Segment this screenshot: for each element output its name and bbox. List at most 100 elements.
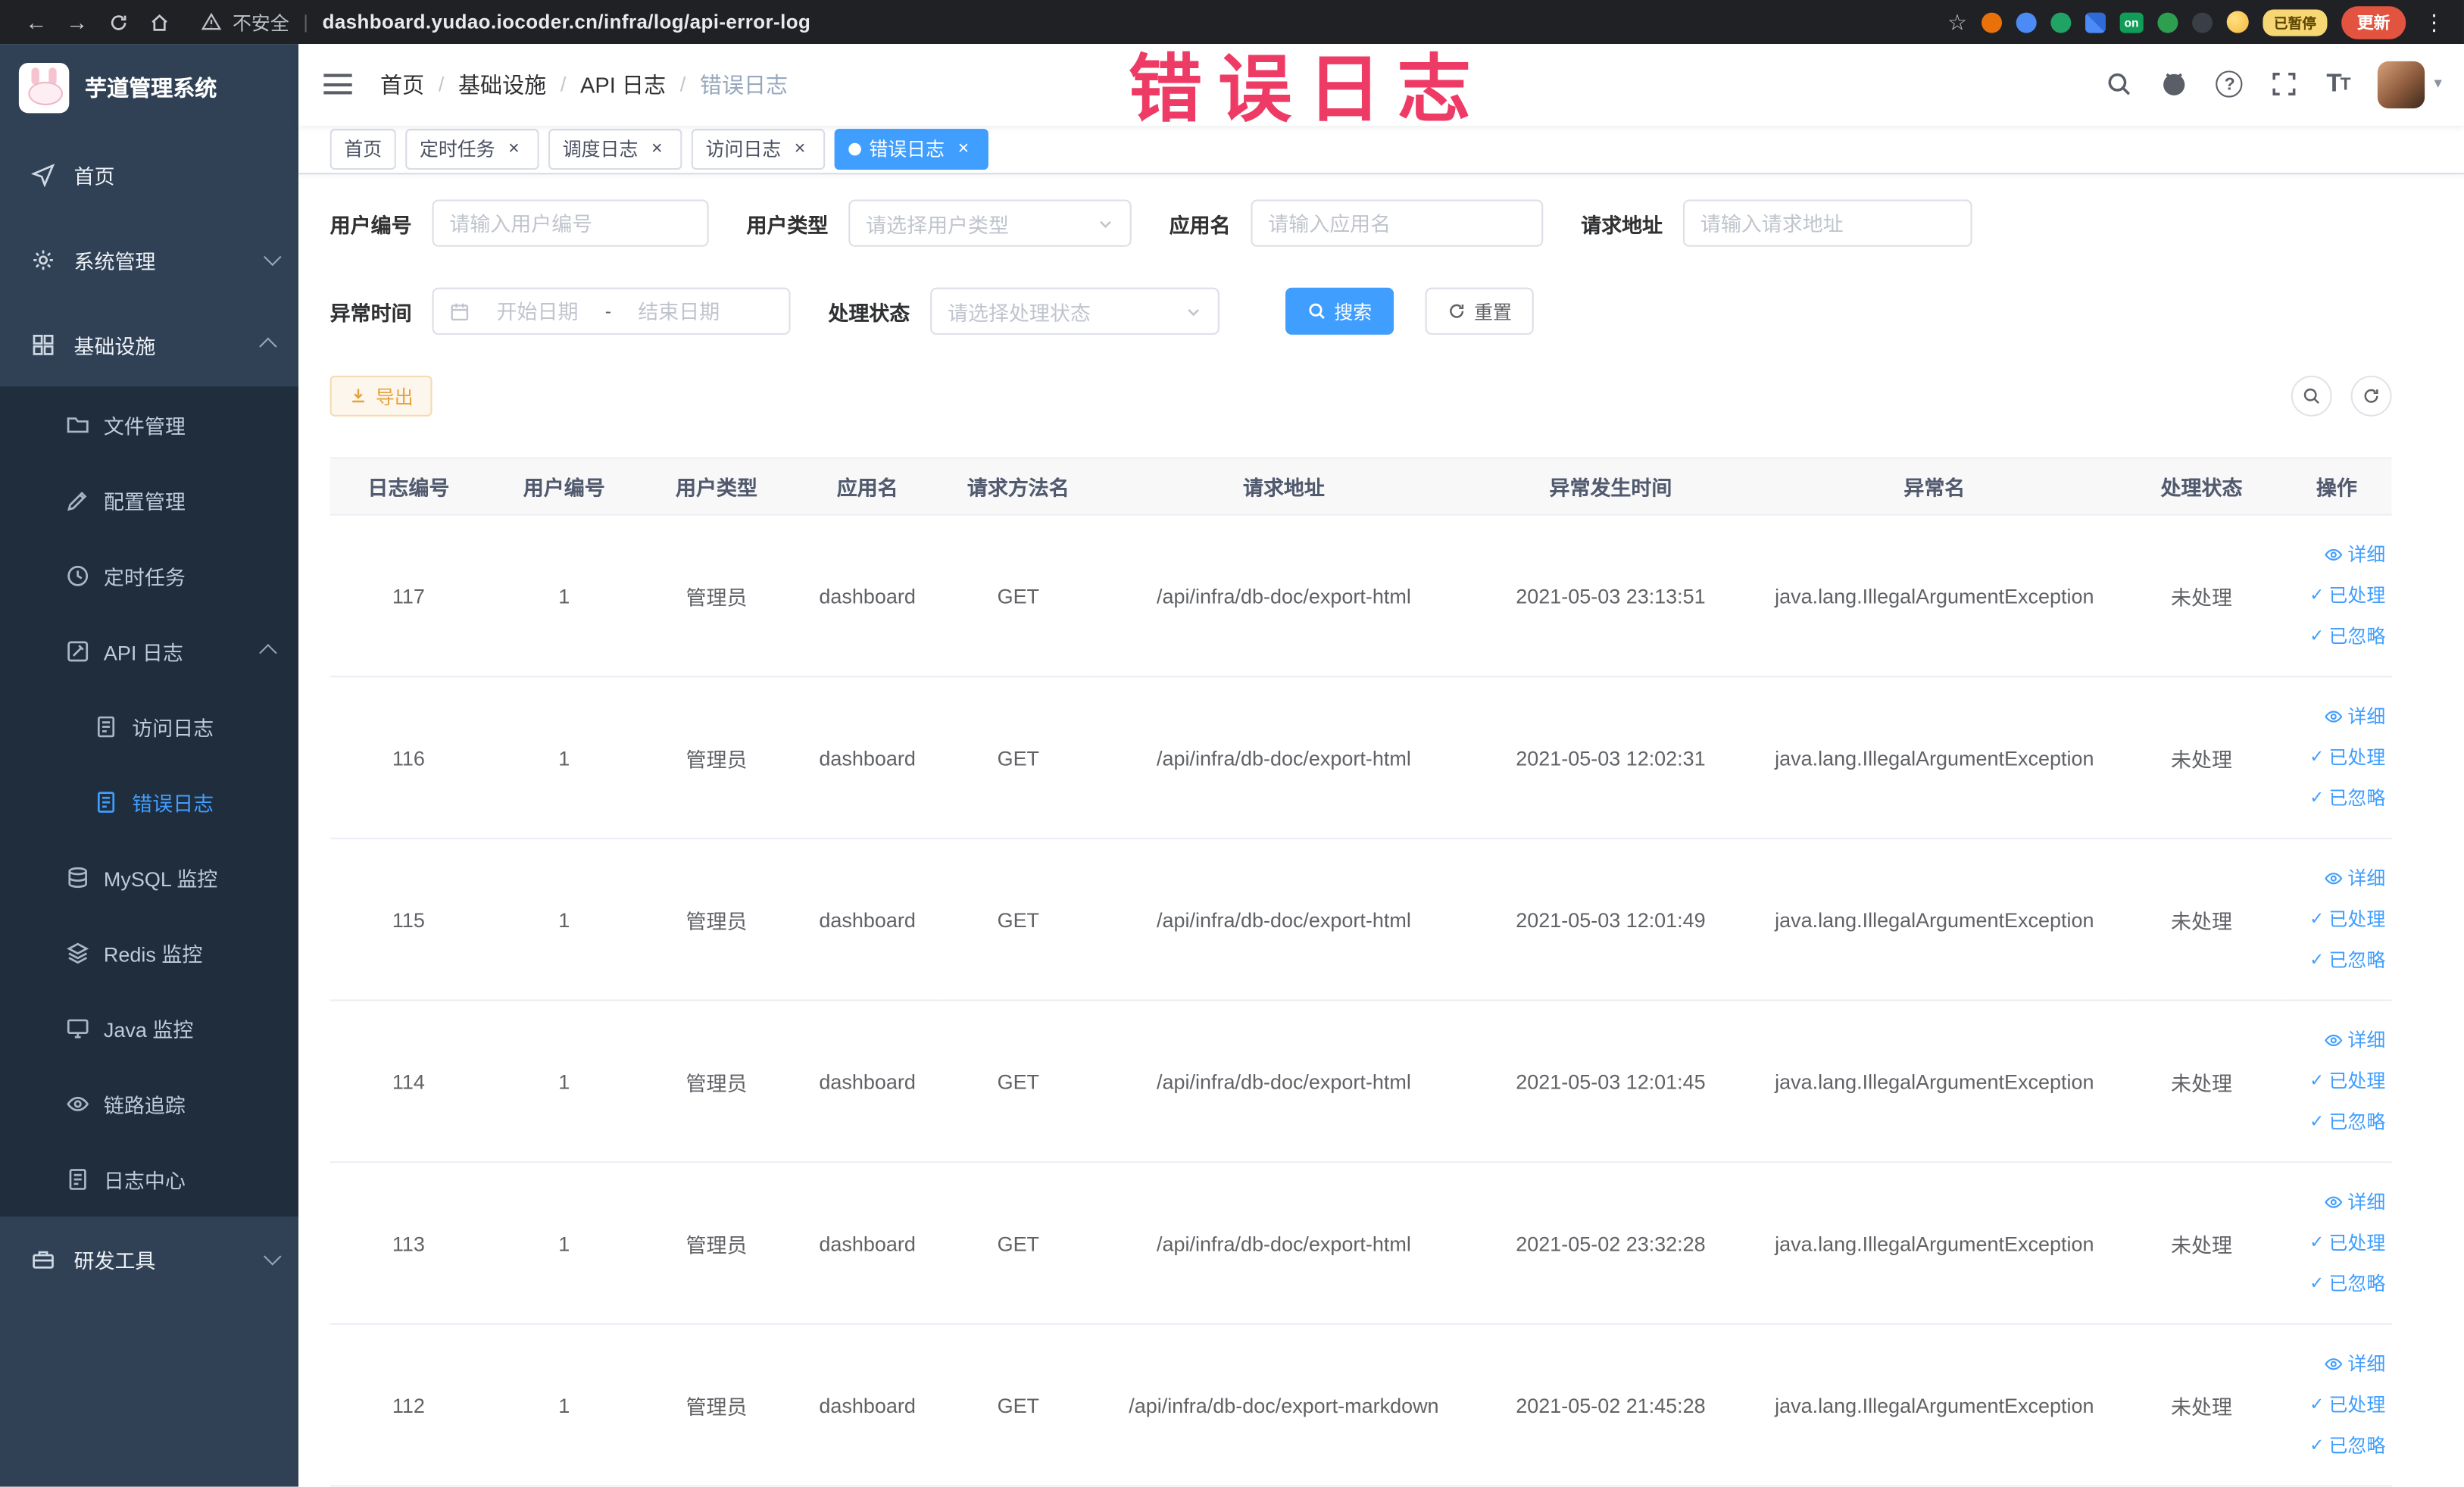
action-label: 已处理 [2328, 584, 2386, 607]
mark-ignored-link[interactable]: ✓ 已忽略 [2288, 1101, 2385, 1142]
search-icon[interactable] [2106, 71, 2133, 98]
tab-close-icon[interactable]: × [503, 137, 525, 160]
breadcrumb-home[interactable]: 首页 [380, 69, 424, 100]
extension-icon-green-tree[interactable] [2157, 11, 2178, 33]
document-icon [66, 1167, 88, 1190]
active-tab-dot [848, 142, 862, 155]
cell-log-id: 115 [329, 838, 488, 1001]
breadcrumb-api-logs[interactable]: API 日志 [580, 69, 666, 100]
mark-processed-link[interactable]: ✓ 已处理 [2288, 1223, 2385, 1264]
browser-home-button[interactable] [139, 0, 180, 44]
help-icon[interactable]: ? [2216, 70, 2244, 98]
sidebar-item-java-monitor[interactable]: Java 监控 [0, 990, 298, 1066]
sidebar-item-tracing[interactable]: 链路追踪 [0, 1066, 298, 1142]
date-range-picker[interactable]: - [432, 287, 791, 335]
address-bar[interactable]: 不安全 | dashboard.yudao.iocoder.cn/infra/l… [201, 8, 811, 35]
user-id-input[interactable] [449, 211, 692, 236]
search-button[interactable]: 搜索 [1285, 287, 1394, 335]
browser-menu-icon[interactable]: ⋮ [2420, 8, 2448, 35]
extension-icon-orange[interactable] [1981, 11, 2002, 33]
filter-app-name: 应用名 [1170, 199, 1544, 247]
font-size-icon[interactable]: TT [2326, 70, 2350, 98]
extension-icon-blue-grid[interactable] [2085, 11, 2106, 33]
sidebar-item-dev-tools[interactable]: 研发工具 [0, 1217, 298, 1301]
extension-emoji-icon[interactable] [2226, 11, 2249, 33]
cell-user-id: 1 [487, 838, 642, 1001]
cell-user-type: 管理员 [641, 838, 792, 1001]
cell-user-type: 管理员 [641, 1323, 792, 1487]
reset-button[interactable]: 重置 [1425, 287, 1534, 335]
export-button[interactable]: 导出 [329, 375, 433, 417]
user-type-placeholder: 请选择用户类型 [866, 213, 1009, 237]
browser-back-button[interactable]: ← [16, 0, 57, 44]
sidebar-item-mysql-monitor[interactable]: MySQL 监控 [0, 839, 298, 915]
sidebar-item-error-log[interactable]: 错误日志 [0, 764, 298, 839]
detail-link[interactable]: 详细 [2288, 858, 2385, 899]
detail-link[interactable]: 详细 [2288, 1344, 2385, 1385]
tab-error-log[interactable]: 错误日志 × [834, 128, 989, 170]
extension-icon-dark-paw[interactable] [2192, 11, 2213, 33]
sidebar-item-home[interactable]: 首页 [0, 132, 298, 217]
table-row: 117 1 管理员 dashboard GET/api/infra/db-doc/exp… [329, 514, 2392, 678]
mark-processed-link[interactable]: ✓ 已处理 [2288, 575, 2386, 616]
export-button-label: 导出 [375, 386, 414, 408]
github-icon[interactable] [2162, 71, 2188, 98]
fullscreen-icon[interactable] [2272, 71, 2298, 98]
process-status-select[interactable]: 请选择处理状态 [930, 287, 1220, 335]
browser-reload-button[interactable] [98, 0, 139, 44]
tab-access-log[interactable]: 访问日志 × [691, 128, 826, 170]
user-type-select[interactable]: 请选择用户类型 [848, 199, 1132, 247]
mark-ignored-link[interactable]: ✓ 已忽略 [2288, 616, 2385, 657]
mark-processed-link[interactable]: ✓ 已处理 [2288, 737, 2385, 778]
refresh-button[interactable] [2350, 375, 2392, 417]
extension-icon-green-circle[interactable] [2050, 11, 2071, 33]
app-logo[interactable]: 芋道管理系统 [0, 44, 298, 132]
sidebar-item-scheduled-tasks[interactable]: 定时任务 [0, 538, 298, 614]
app-frame: 芋道管理系统 首页 系统管理 基础设施 文件管理 配置管理 定时任务 API 日… [0, 44, 2464, 1487]
user-avatar-menu[interactable]: ▾ [2377, 61, 2442, 108]
extension-icon-blue-drop[interactable] [2016, 11, 2037, 33]
request-url-input[interactable] [1700, 211, 1955, 236]
address-divider: | [303, 11, 308, 33]
mark-processed-link[interactable]: ✓ 已处理 [2288, 1385, 2385, 1426]
tab-close-icon[interactable]: × [789, 137, 811, 160]
detail-link[interactable]: 详细 [2288, 534, 2385, 575]
mark-processed-link[interactable]: ✓ 已处理 [2288, 1061, 2385, 1101]
sidebar-item-redis-monitor[interactable]: Redis 监控 [0, 914, 298, 990]
sidebar-item-label: 访问日志 [132, 715, 214, 740]
browser-update-button[interactable]: 更新 [2341, 5, 2406, 39]
hide-search-button[interactable] [2291, 375, 2332, 417]
detail-link[interactable]: 详细 [2288, 696, 2385, 737]
tab-label: 首页 [344, 139, 383, 161]
tab-scheduled-tasks[interactable]: 定时任务 × [405, 128, 539, 170]
mark-ignored-link[interactable]: ✓ 已忽略 [2288, 778, 2385, 819]
sidebar-item-file-management[interactable]: 文件管理 [0, 386, 298, 462]
sidebar-item-access-log[interactable]: 访问日志 [0, 689, 298, 764]
extension-on-badge[interactable]: on [2119, 11, 2144, 33]
date-end-input[interactable] [620, 299, 738, 323]
folder-icon [66, 414, 89, 436]
detail-link[interactable]: 详细 [2288, 1182, 2385, 1223]
cell-log-id: 114 [329, 1000, 488, 1164]
hamburger-icon[interactable] [323, 74, 352, 95]
bookmark-star-icon[interactable]: ☆ [1947, 8, 1967, 35]
detail-link[interactable]: 详细 [2288, 1020, 2385, 1061]
sidebar-item-system-management[interactable]: 系统管理 [0, 217, 298, 301]
mark-processed-link[interactable]: ✓ 已处理 [2288, 899, 2385, 940]
breadcrumb-infrastructure[interactable]: 基础设施 [458, 69, 546, 100]
mark-ignored-link[interactable]: ✓ 已忽略 [2288, 1426, 2385, 1467]
browser-forward-button[interactable]: → [57, 0, 98, 44]
mark-ignored-link[interactable]: ✓ 已忽略 [2288, 940, 2385, 981]
mark-ignored-link[interactable]: ✓ 已忽略 [2288, 1264, 2385, 1304]
sidebar-item-log-center[interactable]: 日志中心 [0, 1141, 298, 1217]
sidebar-item-infrastructure[interactable]: 基础设施 [0, 301, 298, 386]
app-name-input[interactable] [1268, 211, 1526, 236]
paused-badge[interactable]: 已暂停 [2263, 8, 2328, 36]
sidebar-item-api-logs[interactable]: API 日志 [0, 613, 298, 689]
tab-close-icon[interactable]: × [952, 137, 974, 160]
date-start-input[interactable] [479, 299, 596, 323]
tab-dispatch-log[interactable]: 调度日志 × [548, 128, 682, 170]
tab-home[interactable]: 首页 [329, 128, 396, 170]
tab-close-icon[interactable]: × [646, 137, 668, 160]
sidebar-item-config-management[interactable]: 配置管理 [0, 462, 298, 538]
